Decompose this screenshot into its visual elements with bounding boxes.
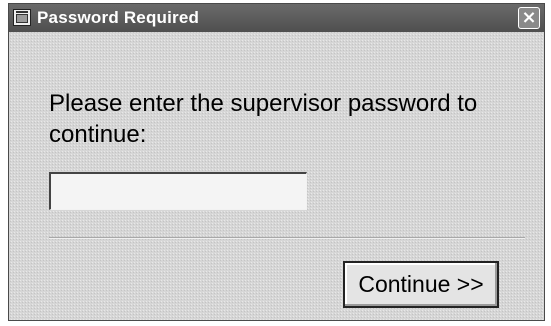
window-title: Password Required [37, 8, 200, 27]
password-required-dialog: Password Required × Please enter the sup… [8, 3, 545, 321]
separator-line [49, 237, 525, 239]
close-icon[interactable]: × [518, 7, 540, 29]
app-window-icon [13, 9, 31, 26]
title-bar[interactable]: Password Required × [9, 4, 544, 32]
password-prompt-text: Please enter the supervisor password to … [49, 90, 478, 148]
continue-button[interactable]: Continue >> [343, 261, 499, 308]
password-input[interactable] [49, 172, 307, 210]
